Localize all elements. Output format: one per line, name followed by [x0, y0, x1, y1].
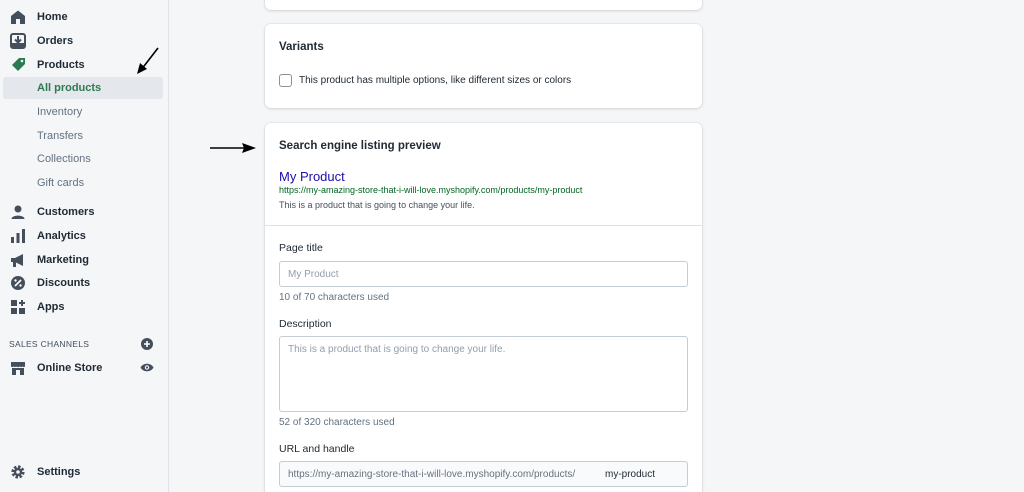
annotation-arrow-seo	[210, 143, 256, 153]
multiple-options-checkbox[interactable]	[279, 74, 292, 87]
seo-preview-description: This is a product that is going to chang…	[279, 200, 475, 210]
description-placeholder: This is a product that is going to chang…	[288, 344, 506, 355]
person-icon	[11, 205, 25, 219]
store-icon	[11, 362, 25, 375]
description-help: 52 of 320 characters used	[279, 417, 395, 428]
page-title-placeholder: My Product	[288, 269, 339, 280]
description-textarea[interactable]: This is a product that is going to chang…	[279, 336, 688, 412]
nav-discounts-label: Discounts	[37, 277, 91, 289]
gear-icon	[11, 465, 25, 479]
seo-preview-title: My Product	[279, 169, 345, 184]
nav-discounts[interactable]: Discounts	[0, 272, 169, 294]
nav-apps[interactable]: Apps	[0, 296, 169, 318]
variants-card: Variants This product has multiple optio…	[265, 24, 702, 108]
home-icon	[11, 10, 25, 24]
nav-apps-label: Apps	[37, 301, 65, 313]
seo-card: Search engine listing preview My Product…	[265, 123, 702, 492]
sidebar-item-gift-cards[interactable]: Gift cards	[3, 172, 163, 194]
sidebar-item-all-products[interactable]: All products	[3, 77, 163, 99]
nav-settings-label: Settings	[37, 466, 81, 478]
sidebar-item-label: All products	[37, 82, 102, 94]
nav-customers-label: Customers	[37, 206, 95, 218]
divider	[265, 225, 702, 226]
page-title-input[interactable]: My Product	[279, 261, 688, 287]
orders-icon	[10, 33, 26, 49]
nav-settings[interactable]: Settings	[0, 461, 169, 483]
nav-online-store-label: Online Store	[37, 362, 103, 374]
discount-icon	[11, 276, 25, 290]
nav-analytics-label: Analytics	[37, 230, 86, 242]
bar-chart-icon	[11, 229, 25, 243]
nav-analytics[interactable]: Analytics	[0, 225, 169, 247]
sidebar-item-label: Collections	[37, 153, 91, 165]
apps-icon	[11, 300, 25, 314]
seo-title: Search engine listing preview	[279, 140, 441, 152]
previous-card	[265, 0, 702, 10]
main-content: Variants This product has multiple optio…	[169, 0, 1024, 492]
page-title-label: Page title	[279, 242, 323, 254]
annotation-arrow-products	[137, 47, 159, 74]
multiple-options-label: This product has multiple options, like …	[299, 75, 572, 86]
sales-channels-title: SALES CHANNELS	[9, 339, 90, 349]
seo-preview-url: https://my-amazing-store-that-i-will-lov…	[279, 185, 583, 195]
description-label: Description	[279, 318, 332, 330]
eye-icon[interactable]	[140, 362, 154, 373]
sidebar-item-inventory[interactable]: Inventory	[3, 101, 163, 123]
nav-marketing[interactable]: Marketing	[0, 249, 169, 271]
url-prefix: https://my-amazing-store-that-i-will-lov…	[288, 469, 576, 480]
sidebar-item-transfers[interactable]: Transfers	[3, 125, 163, 147]
tag-icon	[12, 58, 25, 71]
nav-marketing-label: Marketing	[37, 254, 89, 266]
url-handle-input[interactable]: https://my-amazing-store-that-i-will-lov…	[279, 461, 688, 487]
nav-home-label: Home	[37, 11, 68, 23]
variants-title: Variants	[279, 41, 324, 53]
nav-home[interactable]: Home	[0, 6, 169, 28]
sidebar-item-label: Transfers	[37, 130, 84, 142]
url-handle-value: my-product	[605, 469, 656, 480]
add-channel-icon[interactable]	[141, 338, 153, 350]
page-title-help: 10 of 70 characters used	[279, 292, 390, 303]
nav-customers[interactable]: Customers	[0, 201, 169, 223]
megaphone-icon	[11, 254, 23, 267]
sidebar-item-label: Inventory	[37, 106, 83, 118]
nav-orders-label: Orders	[37, 35, 74, 47]
sidebar-item-label: Gift cards	[37, 177, 85, 189]
sidebar-item-collections[interactable]: Collections	[3, 148, 163, 170]
nav-products-label: Products	[37, 59, 85, 71]
url-handle-label: URL and handle	[279, 443, 355, 455]
